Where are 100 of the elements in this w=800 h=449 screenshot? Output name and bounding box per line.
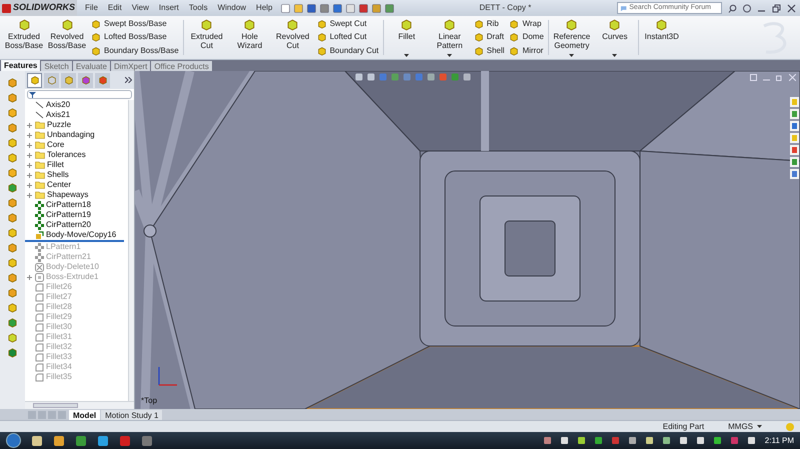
ribbon-button[interactable]: Rib — [472, 18, 506, 30]
tray-icon[interactable] — [680, 437, 687, 444]
taskbar-app-icon[interactable] — [31, 434, 43, 446]
tree-item[interactable]: Shells — [25, 170, 128, 180]
ribbon-button[interactable]: Wrap — [508, 18, 545, 30]
tree-item[interactable]: Axis20 — [25, 100, 128, 110]
taskbar-clock[interactable]: 2:11 PM — [764, 434, 794, 446]
command-tab[interactable]: DimXpert — [110, 61, 150, 71]
expand-plus-icon[interactable] — [26, 152, 32, 158]
menu-item[interactable]: Help — [254, 2, 274, 14]
ribbon-button[interactable]: Dome — [508, 31, 545, 44]
tray-icon[interactable] — [714, 437, 721, 444]
ribbon-button[interactable]: Fillet — [386, 16, 427, 59]
tray-icon[interactable] — [662, 437, 670, 444]
expand-plus-icon[interactable] — [26, 182, 32, 188]
ribbon-button[interactable]: Swept Cut — [316, 18, 380, 30]
tree-item[interactable]: Core — [25, 140, 128, 150]
restore-icon[interactable] — [772, 4, 781, 12]
tree-item[interactable]: Shapeways — [25, 190, 128, 200]
taskbar-app-icon[interactable] — [75, 434, 87, 446]
ribbon-button[interactable]: Revolved Boss/Base — [47, 16, 87, 59]
tray-icon[interactable] — [544, 437, 551, 444]
ribbon-button[interactable]: Boundary Cut — [316, 45, 380, 58]
tray-icon[interactable] — [748, 437, 755, 444]
ribbon-button[interactable]: Mirror — [508, 45, 545, 58]
menu-item[interactable]: Window — [216, 2, 248, 14]
menu-item[interactable]: Insert — [156, 2, 181, 14]
ribbon-button[interactable]: Draft — [472, 31, 506, 44]
tray-icon[interactable] — [646, 437, 653, 444]
tray-icon[interactable] — [628, 437, 636, 444]
cube-icon — [7, 137, 18, 148]
search-icon[interactable] — [728, 4, 737, 12]
model-tab[interactable]: Motion Study 1 — [101, 410, 162, 420]
tray-icon[interactable] — [594, 437, 602, 444]
ribbon-button[interactable]: Swept Boss/Base — [90, 18, 180, 30]
tree-item[interactable]: Axis21 — [25, 110, 128, 120]
expand-plus-icon[interactable] — [26, 192, 32, 198]
taskbar-app-icon[interactable] — [53, 434, 65, 446]
tree-item[interactable]: Center — [25, 180, 128, 190]
model-tab[interactable]: Model — [69, 410, 100, 420]
ribbon-button[interactable]: Hole Wizard — [230, 16, 270, 59]
filter-field[interactable] — [27, 90, 132, 99]
cube-icon — [60, 18, 74, 31]
expand-plus-icon[interactable] — [26, 132, 32, 138]
ribbon-button[interactable]: Instant3D — [642, 16, 682, 59]
menu-item[interactable]: File — [83, 2, 100, 14]
tree-item[interactable]: Fillet — [25, 160, 128, 170]
graphics-viewport[interactable]: *Top — [135, 71, 800, 409]
ribbon-button[interactable]: Boundary Boss/Base — [90, 45, 180, 58]
menu-item[interactable]: View — [130, 2, 151, 14]
close-icon[interactable] — [787, 4, 796, 12]
menu-item[interactable]: Edit — [106, 2, 124, 14]
tree-item[interactable]: CirPattern18 — [25, 200, 128, 210]
ribbon-button[interactable]: Linear Pattern — [430, 16, 470, 59]
tray-icon[interactable] — [578, 437, 585, 444]
expand-plus-icon[interactable] — [26, 122, 32, 128]
ribbon-button[interactable]: Reference Geometry — [552, 16, 592, 59]
units-dropdown[interactable]: MMGS — [728, 420, 762, 432]
tree-item[interactable]: Tolerances — [25, 150, 128, 160]
tray-icon[interactable] — [560, 437, 568, 444]
tree-item[interactable]: CirPattern20 — [25, 220, 128, 230]
tree-item[interactable]: Body-Move/Copy16 — [25, 230, 128, 240]
caret-icon[interactable] — [404, 54, 410, 57]
ribbon-button[interactable]: Lofted Cut — [316, 31, 380, 44]
menu-item[interactable]: Tools — [186, 2, 210, 14]
ribbon-button[interactable]: Shell — [472, 45, 506, 58]
caret-icon[interactable] — [447, 54, 452, 57]
ribbon-button[interactable]: Lofted Boss/Base — [90, 31, 180, 44]
vertical-scrollbar[interactable] — [128, 100, 134, 401]
ribbon-button[interactable]: Extruded Cut — [186, 16, 227, 59]
manager-tab[interactable] — [78, 72, 93, 88]
split-view-icon[interactable] — [750, 74, 757, 81]
tray-icon[interactable] — [696, 437, 704, 444]
cube-icon — [509, 46, 520, 56]
command-tab[interactable]: Evaluate — [72, 61, 110, 71]
command-tab[interactable]: Features — [1, 60, 40, 71]
horizontal-scrollbar[interactable] — [25, 401, 134, 409]
expand-plus-icon[interactable] — [26, 162, 32, 168]
expand-plus-icon[interactable] — [26, 172, 32, 178]
command-tab[interactable]: Sketch — [41, 61, 72, 71]
expand-plus-icon[interactable] — [26, 142, 32, 148]
cube-icon — [316, 32, 327, 42]
start-button[interactable] — [6, 433, 21, 448]
tree-item[interactable]: Puzzle — [25, 120, 128, 130]
caret-icon[interactable] — [569, 54, 574, 57]
command-tab[interactable]: Office Products — [151, 61, 212, 71]
taskbar-app-icon[interactable] — [97, 434, 109, 446]
expand-chevron-icon[interactable] — [125, 77, 132, 83]
caret-icon[interactable] — [612, 54, 618, 57]
ribbon-button[interactable]: Extruded Boss/Base — [4, 16, 44, 59]
tree-item[interactable]: Unbandaging — [25, 130, 128, 140]
ribbon-button[interactable]: Curves — [594, 16, 635, 59]
manager-tab[interactable] — [44, 72, 59, 88]
manager-tab[interactable] — [95, 72, 110, 88]
cube-icon — [91, 46, 101, 56]
ribbon-button[interactable]: Revolved Cut — [272, 16, 313, 59]
caret-icon[interactable] — [757, 425, 762, 428]
manager-tab[interactable] — [27, 72, 42, 88]
tree-item[interactable]: CirPattern19 — [25, 210, 128, 220]
manager-tab[interactable] — [61, 72, 76, 88]
